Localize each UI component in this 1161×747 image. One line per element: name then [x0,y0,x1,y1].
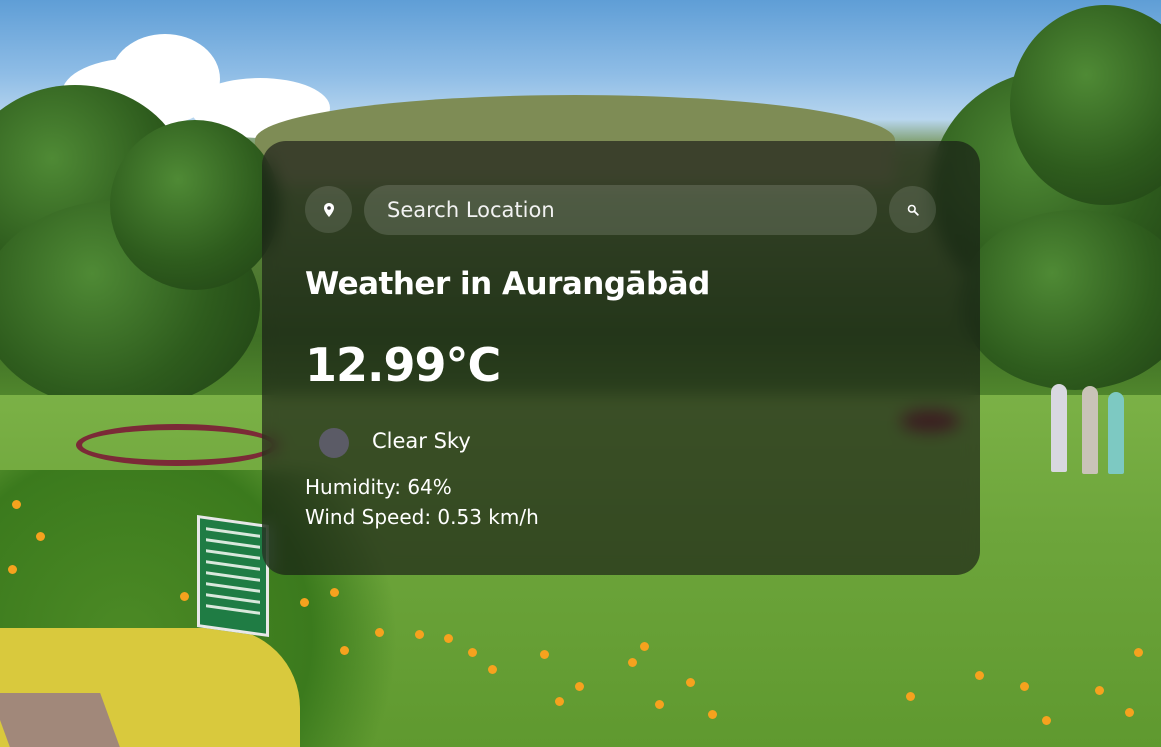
flower [540,650,549,659]
flower [330,588,339,597]
search-icon [907,204,919,216]
flower [906,692,915,701]
flower [8,565,17,574]
visitor [1051,384,1067,472]
flower [415,630,424,639]
flower [655,700,664,709]
flower [468,648,477,657]
flower [375,628,384,637]
flower [1020,682,1029,691]
flower [1125,708,1134,717]
search-button[interactable] [889,186,936,233]
flower [12,500,21,509]
location-pin-icon [323,202,334,217]
flower [640,642,649,651]
location-button[interactable] [305,186,352,233]
flower [300,598,309,607]
flower [488,665,497,674]
weather-condition: Clear Sky [372,429,471,453]
flower [1134,648,1143,657]
humidity: Humidity: 64% [305,475,452,499]
wind-speed: Wind Speed: 0.53 km/h [305,505,539,529]
flower [1042,716,1051,725]
location-title: Weather in Aurangābād [305,266,710,302]
flower [628,658,637,667]
flower [340,646,349,655]
flower [1095,686,1104,695]
flower [36,532,45,541]
weather-condition-icon [319,428,349,458]
garden-sign [197,514,269,638]
flower [686,678,695,687]
visitor [1108,392,1124,474]
hedge-border [76,424,278,466]
flower [975,671,984,680]
weather-card: Weather in Aurangābād 12.99°C Clear Sky … [262,141,980,575]
visitor [1082,386,1098,474]
temperature: 12.99°C [305,338,501,392]
flower [575,682,584,691]
flower [180,592,189,601]
flower [708,710,717,719]
flower [444,634,453,643]
stone-path [0,693,120,747]
flower [555,697,564,706]
tree [110,120,280,290]
search-input[interactable] [364,185,877,235]
